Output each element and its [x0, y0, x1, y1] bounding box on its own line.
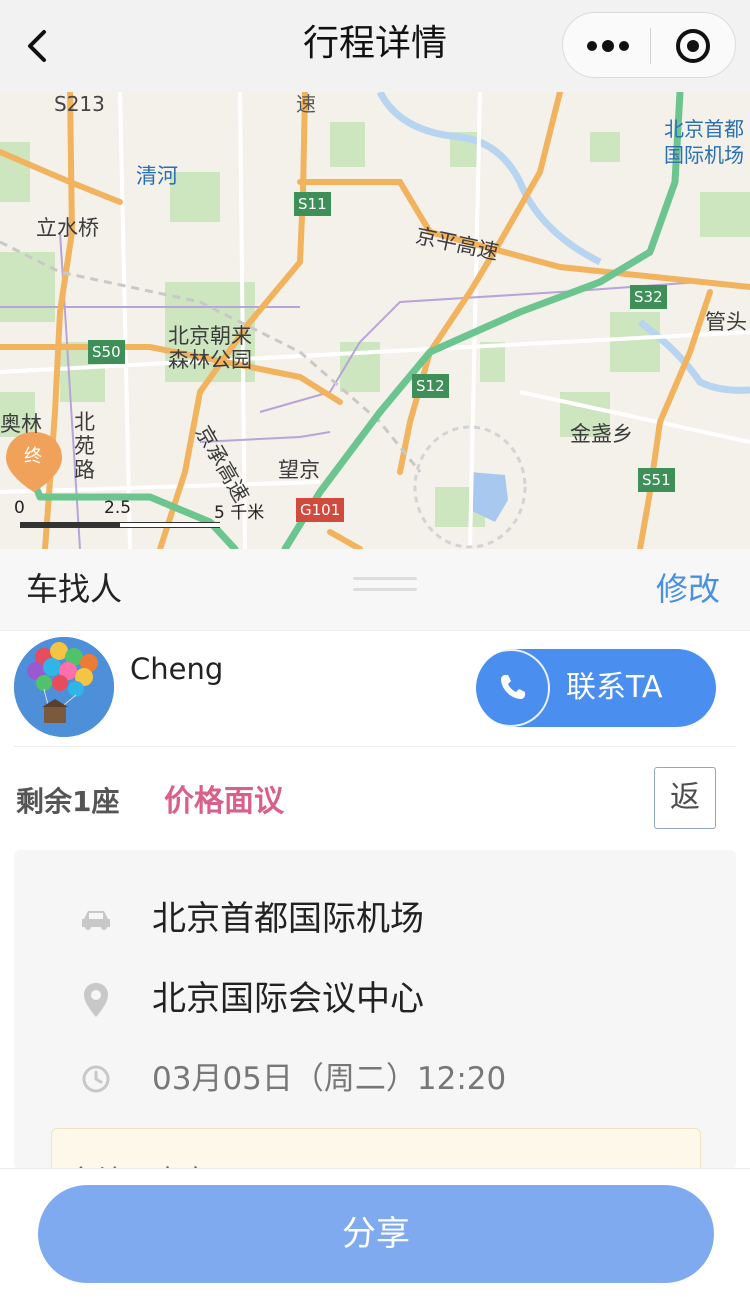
bottom-bar: 分享 [0, 1168, 750, 1298]
avatar[interactable] [14, 637, 114, 737]
driver-name: Cheng [130, 652, 224, 686]
start-location: 北京首都国际机场 [152, 899, 424, 939]
more-dots-icon [587, 40, 629, 52]
place-label-wangjing: 望京 [278, 458, 320, 482]
location-pin-icon [84, 983, 108, 1017]
road-label-s11: S11 [294, 192, 331, 216]
mini-program-capsule [562, 12, 736, 78]
place-label-aolin: 奥林 [0, 412, 42, 436]
nav-bar: 行程详情 [0, 0, 750, 92]
contact-button[interactable]: 联系TA [476, 649, 716, 727]
road-label-s12: S12 [412, 374, 449, 398]
place-label-guantou: 管头 [705, 310, 747, 334]
end-location: 北京国际会议中心 [152, 979, 424, 1019]
seats-remaining: 剩余1座 [16, 785, 120, 818]
scale-label-0: 0 [14, 498, 25, 518]
more-button[interactable] [563, 13, 650, 79]
place-label-airport: 北京首都国际机场 [664, 117, 744, 167]
end-row: 北京国际会议中心 [14, 974, 736, 1024]
place-label-chaolai: 北京朝来森林公园 [168, 324, 252, 372]
balloon-avatar-image [14, 637, 114, 737]
road-label-s50: S50 [88, 340, 125, 364]
share-button[interactable]: 分享 [38, 1185, 714, 1283]
place-label-jinzhan: 金盏乡 [570, 422, 633, 446]
close-button[interactable] [650, 13, 737, 79]
note-box: 备注：宝宝 [51, 1128, 701, 1170]
clock-icon [82, 1065, 110, 1093]
trip-type-title: 车找人 [26, 570, 123, 608]
place-label-lishuiqiao: 立水桥 [36, 216, 99, 240]
phone-icon [501, 675, 525, 699]
driver-row: Cheng 联系TA [0, 631, 750, 747]
road-label-s32: S32 [630, 285, 667, 309]
departure-time: 03月05日（周二）12:20 [152, 1061, 507, 1097]
trip-card: 北京首都国际机场 北京国际会议中心 03月05日（周二）12:20 备注：宝宝 [14, 850, 736, 1170]
place-label-qinghe: 清河 [136, 164, 178, 188]
price-label: 价格面议 [164, 784, 284, 819]
road-label-su: 速 [296, 92, 316, 116]
end-marker-label: 终 [24, 446, 42, 467]
divider [14, 746, 736, 747]
contact-label: 联系TA [566, 670, 663, 705]
road-label-s51: S51 [638, 468, 675, 492]
scale-label-5km: 5 千米 [214, 503, 265, 523]
edit-button[interactable]: 修改 [656, 569, 720, 609]
route-map[interactable]: S213 速 清河 立水桥 S11 京平高速 北京首都国际机场 S32 管头 北… [0, 92, 750, 549]
drag-handle[interactable] [353, 577, 417, 591]
return-trip-tag: 返 [654, 767, 716, 829]
target-close-icon [676, 29, 710, 63]
panel-header: 车找人 修改 [0, 549, 750, 631]
road-label-beiyuan: 北苑路 [74, 410, 95, 482]
car-icon [82, 911, 110, 930]
time-row: 03月05日（周二）12:20 [14, 1054, 736, 1104]
road-label-s213: S213 [54, 92, 105, 116]
scale-label-2-5: 2.5 [104, 498, 132, 518]
start-row: 北京首都国际机场 [14, 894, 736, 944]
road-label-g101: G101 [296, 498, 345, 522]
